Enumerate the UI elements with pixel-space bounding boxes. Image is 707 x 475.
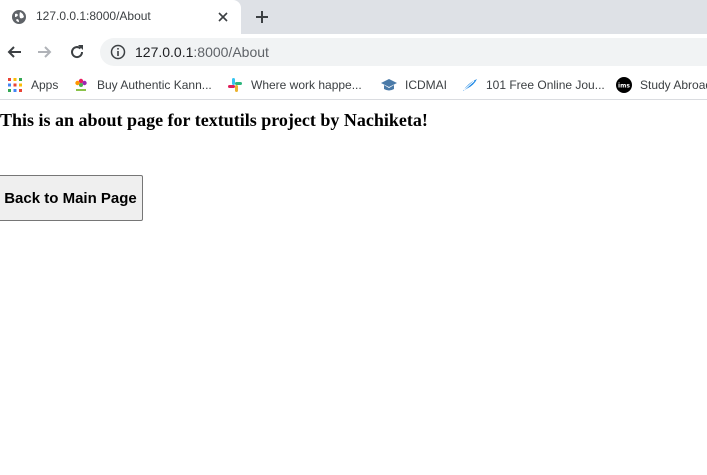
forward-arrow-icon[interactable] (34, 41, 56, 63)
bookmark-apps[interactable]: Apps (7, 76, 58, 94)
graduation-cap-icon (381, 77, 397, 93)
back-arrow-icon[interactable] (3, 41, 25, 63)
page-heading: This is an about page for textutils proj… (0, 110, 428, 130)
bookmark-study-abroad[interactable]: ims Study Abroad (616, 76, 707, 94)
bookmark-label: ICDMAI (405, 78, 447, 92)
bookmark-label: Study Abroad (640, 78, 707, 92)
tab-strip: 127.0.0.1:8000/About (0, 0, 707, 34)
slack-icon (227, 77, 243, 93)
svg-text:ims: ims (618, 83, 630, 90)
browser-toolbar: 127.0.0.1:8000/About (0, 34, 707, 70)
flower-logo-icon (73, 77, 89, 93)
new-tab-icon[interactable] (251, 6, 273, 28)
reload-icon[interactable] (66, 41, 88, 63)
ims-logo-icon: ims (616, 77, 632, 93)
info-icon[interactable] (110, 44, 126, 60)
apps-grid-icon (7, 77, 23, 93)
feather-icon (462, 77, 478, 93)
bookmark-label: Apps (31, 78, 59, 92)
bookmark-label: Where work happe... (251, 78, 362, 92)
bookmark-label: Buy Authentic Kann... (97, 78, 212, 92)
url-host: 127.0.0.1 (135, 44, 194, 60)
tab-title: 127.0.0.1:8000/About (36, 9, 151, 23)
bookmark-journals[interactable]: 101 Free Online Jou... (462, 76, 605, 94)
url-text: 127.0.0.1:8000/About (135, 44, 269, 60)
active-tab[interactable]: 127.0.0.1:8000/About (0, 0, 241, 34)
bookmark-kann[interactable]: Buy Authentic Kann... (73, 76, 212, 94)
bookmark-slack[interactable]: Where work happe... (227, 76, 362, 94)
url-path: :8000/About (193, 44, 269, 60)
globe-icon (11, 9, 27, 25)
close-tab-icon[interactable] (214, 8, 232, 26)
bookmark-icdmai[interactable]: ICDMAI (381, 76, 447, 94)
bookmark-label: 101 Free Online Jou... (486, 78, 605, 92)
page-content: This is an about page for textutils proj… (0, 101, 707, 475)
back-to-main-button[interactable]: Back to Main Page (0, 175, 143, 221)
bookmarks-bar: Apps Buy Authentic Kann... Where work ha… (0, 70, 707, 100)
address-bar[interactable]: 127.0.0.1:8000/About (100, 38, 707, 66)
